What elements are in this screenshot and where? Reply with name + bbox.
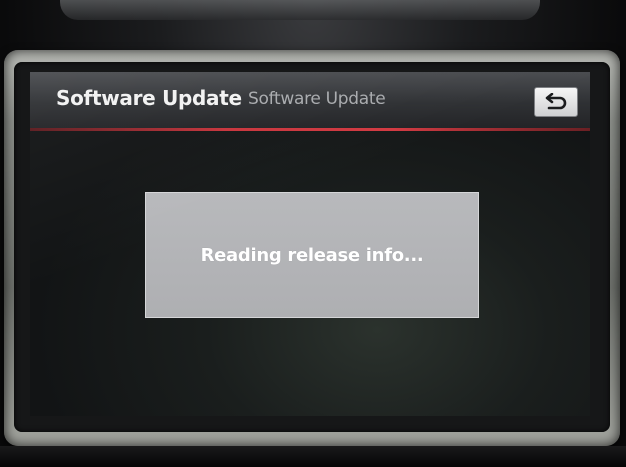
status-dialog: Reading release info... [145,192,479,318]
display-screen: Software Update Software Update Reading … [30,72,590,416]
header-bar: Software Update Software Update [30,72,590,128]
return-arrow-icon [544,93,568,111]
header-accent-rule [30,128,590,131]
back-button[interactable] [534,87,578,117]
dashboard-trim [60,0,540,20]
page-subtitle: Software Update [248,89,386,109]
page-title: Software Update [56,86,242,110]
infotainment-photo: Software Update Software Update Reading … [0,0,626,467]
status-message: Reading release info... [200,244,424,266]
dashboard-lower-trim [0,446,626,467]
